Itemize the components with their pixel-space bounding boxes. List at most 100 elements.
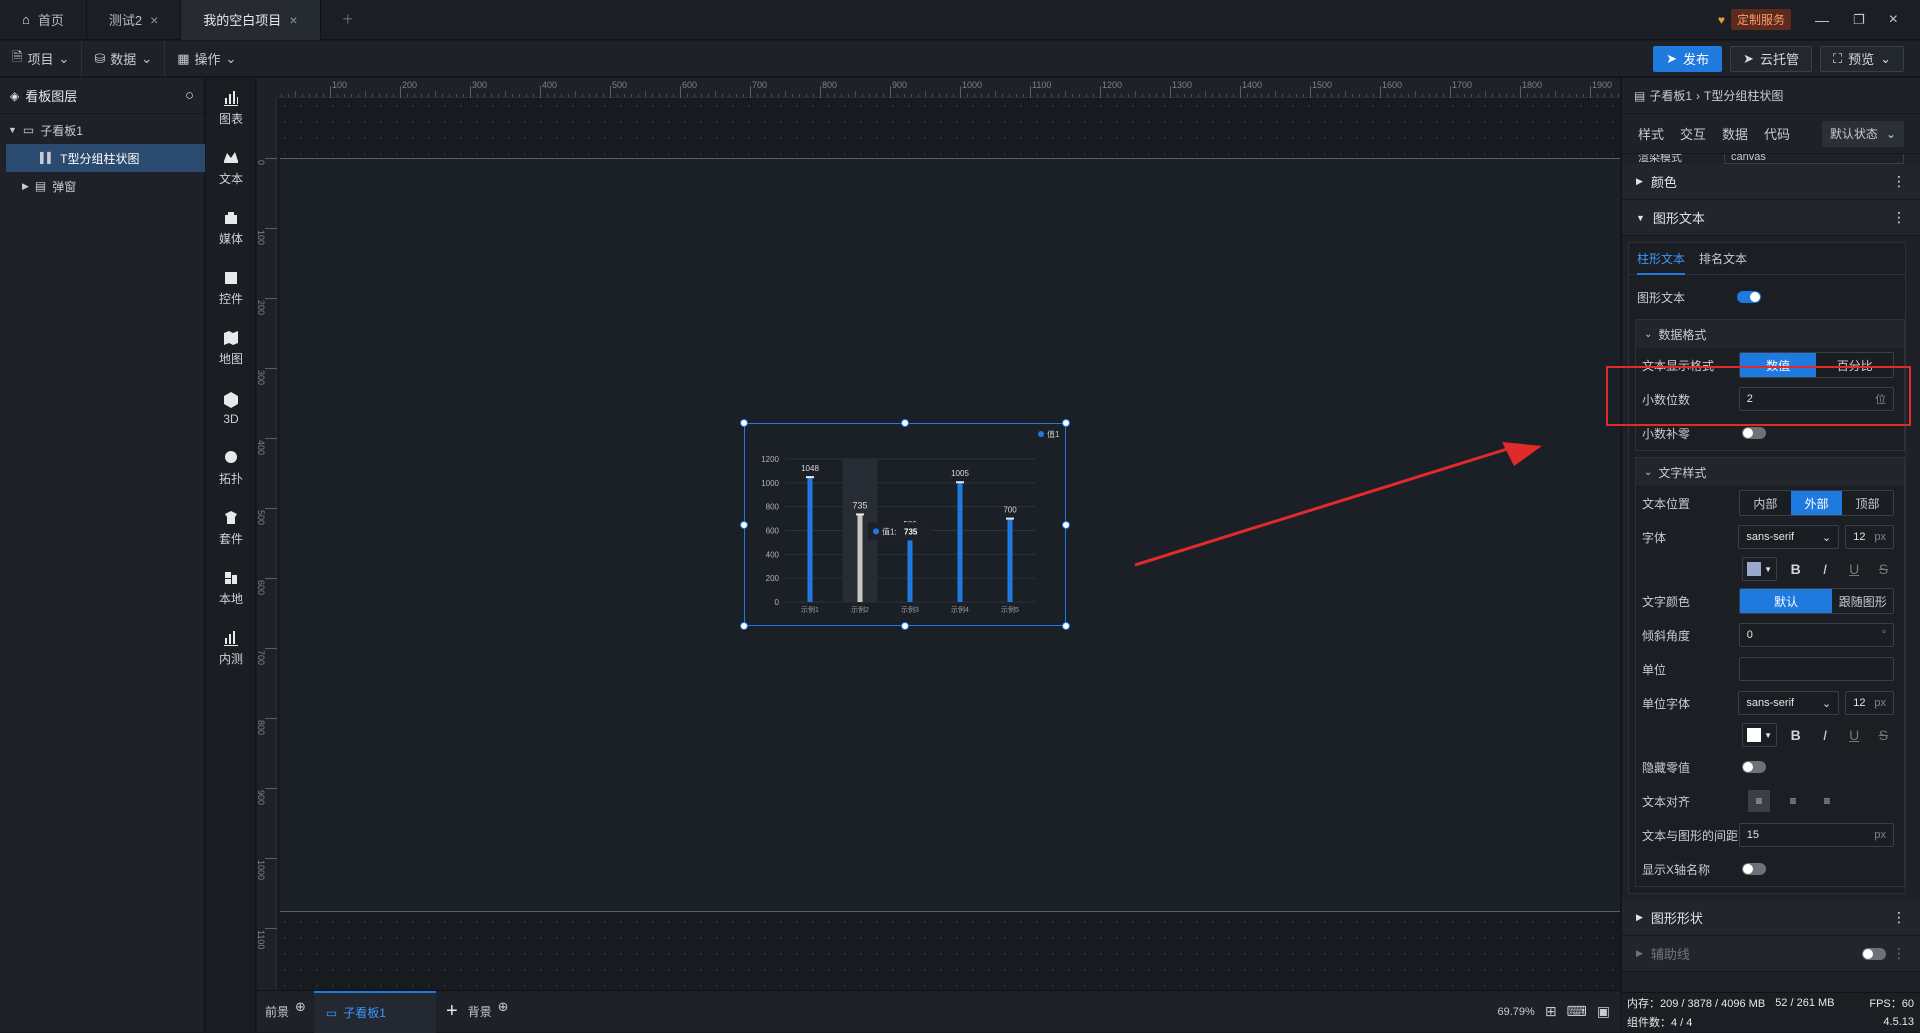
section-aux-line[interactable]: ▶ 辅助线 ⋮ bbox=[1622, 936, 1920, 972]
add-board-icon[interactable]: + bbox=[436, 1000, 468, 1023]
component-media[interactable]: 媒体 bbox=[206, 198, 256, 258]
align-center-icon[interactable]: ≡ bbox=[1782, 790, 1804, 812]
tab-data[interactable]: 数据 bbox=[1722, 124, 1748, 143]
strikethrough-icon[interactable]: S bbox=[1873, 558, 1894, 580]
unit-color-picker[interactable]: ▼ bbox=[1742, 723, 1778, 747]
component-text[interactable]: 文本 bbox=[206, 138, 256, 198]
restore-icon[interactable]: ❐ bbox=[1853, 12, 1865, 28]
resize-handle[interactable] bbox=[1062, 622, 1070, 630]
operate-menu[interactable]: ▦ 操作 ⌄ bbox=[165, 41, 248, 77]
show-x-toggle[interactable] bbox=[1742, 863, 1766, 875]
pos-outer-option[interactable]: 外部 bbox=[1790, 491, 1842, 515]
foreground-tab[interactable]: 前景 ⊕ bbox=[257, 991, 314, 1033]
board-tab[interactable]: ▭ 子看板1 bbox=[313, 990, 436, 1033]
tab-style[interactable]: 样式 bbox=[1638, 124, 1664, 143]
hide-zero-toggle[interactable] bbox=[1742, 761, 1766, 773]
data-menu[interactable]: ⛁ 数据 ⌄ bbox=[82, 40, 166, 77]
font-select[interactable]: sans-serif ⌄ bbox=[1738, 525, 1840, 549]
unit-input[interactable] bbox=[1738, 657, 1894, 681]
group-title[interactable]: 数据格式 bbox=[1658, 326, 1706, 343]
group-title[interactable]: 文字样式 bbox=[1658, 464, 1706, 481]
resize-handle[interactable] bbox=[901, 419, 909, 427]
state-select[interactable]: 默认状态 ⌄ bbox=[1821, 120, 1904, 147]
breadcrumb-root[interactable]: 子看板1 bbox=[1649, 87, 1692, 104]
background-tab[interactable]: 背景 ⊕ bbox=[468, 999, 509, 1020]
italic-icon[interactable]: I bbox=[1814, 558, 1835, 580]
text-color-picker[interactable]: ▼ bbox=[1742, 557, 1778, 581]
resize-handle[interactable] bbox=[1062, 419, 1070, 427]
component-topology[interactable]: 拓扑 bbox=[206, 438, 256, 498]
component-kit[interactable]: 套件 bbox=[206, 498, 256, 558]
color-default-option[interactable]: 默认 bbox=[1739, 589, 1833, 613]
resize-handle[interactable] bbox=[1062, 520, 1070, 529]
resize-handle[interactable] bbox=[740, 419, 748, 427]
keyboard-icon[interactable]: ⌨ bbox=[1567, 1003, 1587, 1020]
underline-icon[interactable]: U bbox=[1844, 558, 1865, 580]
font-size-input[interactable]: 12 px bbox=[1845, 525, 1894, 549]
zoom-level[interactable]: 69.79% bbox=[1498, 1006, 1535, 1018]
component-map[interactable]: 地图 bbox=[206, 318, 256, 378]
layer-item-chart[interactable]: ▌▌ T型分组柱状图 bbox=[6, 144, 205, 172]
close-icon[interactable]: × bbox=[289, 12, 297, 28]
pos-top-option[interactable]: 顶部 bbox=[1841, 491, 1893, 515]
add-circle-icon[interactable]: ⊕ bbox=[498, 999, 509, 1015]
tab-blank-project[interactable]: 我的空白项目 × bbox=[181, 0, 321, 40]
component-control[interactable]: 控件 bbox=[206, 258, 256, 318]
graph-text-toggle[interactable] bbox=[1737, 291, 1761, 303]
text-position-seg[interactable]: 内部 外部 顶部 bbox=[1738, 490, 1894, 516]
more-icon[interactable]: ⋮ bbox=[1892, 209, 1906, 226]
text-color-seg[interactable]: 默认 跟随图形 bbox=[1738, 588, 1894, 614]
subtab-rank-text[interactable]: 排名文本 bbox=[1699, 250, 1747, 267]
panel-scroll[interactable]: 渲染模式 canvas ▶ 颜色 ⋮ ▼ 图形文本 ⋮ 柱形文本 排名文本 图形… bbox=[1622, 154, 1920, 992]
chart-component[interactable]: 0200400600800100012001048示例1735示例2580示例3… bbox=[744, 423, 1066, 626]
underline-icon[interactable]: U bbox=[1844, 724, 1865, 746]
add-circle-icon[interactable]: ⊕ bbox=[295, 999, 306, 1015]
add-tab-icon[interactable]: + bbox=[321, 0, 376, 40]
project-menu[interactable]: 🗎 项目 ⌄ bbox=[0, 40, 83, 77]
gap-input[interactable]: 15 px bbox=[1738, 823, 1894, 847]
color-follow-option[interactable]: 跟随图形 bbox=[1832, 589, 1893, 613]
terminal-icon[interactable]: ▣ bbox=[1597, 1003, 1610, 1020]
component-chart[interactable]: 图表 bbox=[206, 78, 256, 138]
tab-interaction[interactable]: 交互 bbox=[1680, 124, 1706, 143]
more-icon[interactable]: ⋮ bbox=[1892, 945, 1906, 962]
fit-screen-icon[interactable]: ⊞ bbox=[1545, 1003, 1557, 1020]
search-icon[interactable]: ○ bbox=[185, 87, 194, 104]
tab-test2[interactable]: 测试2 × bbox=[87, 0, 182, 40]
bold-icon[interactable]: B bbox=[1785, 724, 1806, 746]
align-right-icon[interactable]: ≡ bbox=[1816, 790, 1838, 812]
pos-inner-option[interactable]: 内部 bbox=[1739, 491, 1791, 515]
component-beta[interactable]: 内测 bbox=[206, 618, 256, 678]
cloud-button[interactable]: ➤ 云托管 bbox=[1730, 45, 1812, 72]
tab-code[interactable]: 代码 bbox=[1764, 124, 1790, 143]
close-window-icon[interactable]: × bbox=[1889, 11, 1898, 29]
subtab-bar-text[interactable]: 柱形文本 bbox=[1637, 242, 1686, 275]
resize-handle[interactable] bbox=[740, 520, 748, 529]
custom-service-button[interactable]: ♥ 定制服务 bbox=[1718, 9, 1791, 30]
section-graph-shape[interactable]: ▶ 图形形状 ⋮ bbox=[1622, 900, 1920, 936]
tilt-input[interactable]: 0 ° bbox=[1738, 623, 1894, 647]
publish-button[interactable]: ➤ 发布 bbox=[1653, 45, 1723, 72]
render-mode-value[interactable]: canvas bbox=[1724, 154, 1904, 164]
resize-handle[interactable] bbox=[740, 622, 748, 630]
aux-line-toggle[interactable] bbox=[1862, 947, 1886, 960]
minimize-icon[interactable]: — bbox=[1815, 12, 1829, 28]
more-icon[interactable]: ⋮ bbox=[1892, 173, 1906, 190]
layer-item-popup[interactable]: ▶ ▤ 弹窗 bbox=[0, 172, 204, 200]
more-icon[interactable]: ⋮ bbox=[1892, 909, 1906, 926]
unit-font-select[interactable]: sans-serif ⌄ bbox=[1738, 691, 1840, 715]
zero-pad-toggle[interactable] bbox=[1742, 427, 1766, 439]
preview-button[interactable]: ⛶ 预览 ⌄ bbox=[1819, 45, 1904, 72]
align-left-icon[interactable]: ≡ bbox=[1748, 790, 1770, 812]
unit-font-size-input[interactable]: 12 px bbox=[1845, 691, 1894, 715]
bold-icon[interactable]: B bbox=[1785, 558, 1806, 580]
section-graph-text[interactable]: ▼ 图形文本 ⋮ bbox=[1622, 200, 1920, 236]
component-cube[interactable]: 3D bbox=[206, 378, 256, 438]
section-color[interactable]: ▶ 颜色 ⋮ bbox=[1622, 164, 1920, 200]
resize-handle[interactable] bbox=[901, 622, 909, 630]
component-local[interactable]: 本地 bbox=[206, 558, 256, 618]
tab-home[interactable]: ⌂ 首页 bbox=[0, 0, 87, 40]
italic-icon[interactable]: I bbox=[1814, 724, 1835, 746]
close-icon[interactable]: × bbox=[150, 12, 158, 28]
layer-item-board[interactable]: ▼ ▭ 子看板1 bbox=[0, 116, 204, 144]
